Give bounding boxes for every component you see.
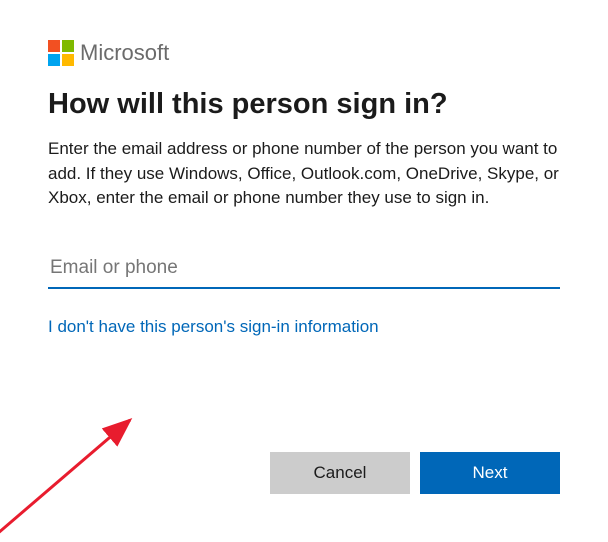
annotation-arrow-icon bbox=[0, 350, 170, 540]
no-signin-info-link[interactable]: I don't have this person's sign-in infor… bbox=[48, 317, 379, 337]
cancel-button[interactable]: Cancel bbox=[270, 452, 410, 494]
brand-header: Microsoft bbox=[48, 40, 560, 66]
dialog-description: Enter the email address or phone number … bbox=[48, 137, 560, 211]
input-wrapper bbox=[48, 251, 560, 289]
next-button[interactable]: Next bbox=[420, 452, 560, 494]
dialog-heading: How will this person sign in? bbox=[48, 88, 560, 121]
microsoft-logo-icon bbox=[48, 40, 74, 66]
email-or-phone-input[interactable] bbox=[48, 251, 560, 289]
brand-name: Microsoft bbox=[80, 40, 169, 66]
action-buttons: Cancel Next bbox=[270, 452, 560, 494]
signin-dialog: Microsoft How will this person sign in? … bbox=[0, 0, 608, 377]
